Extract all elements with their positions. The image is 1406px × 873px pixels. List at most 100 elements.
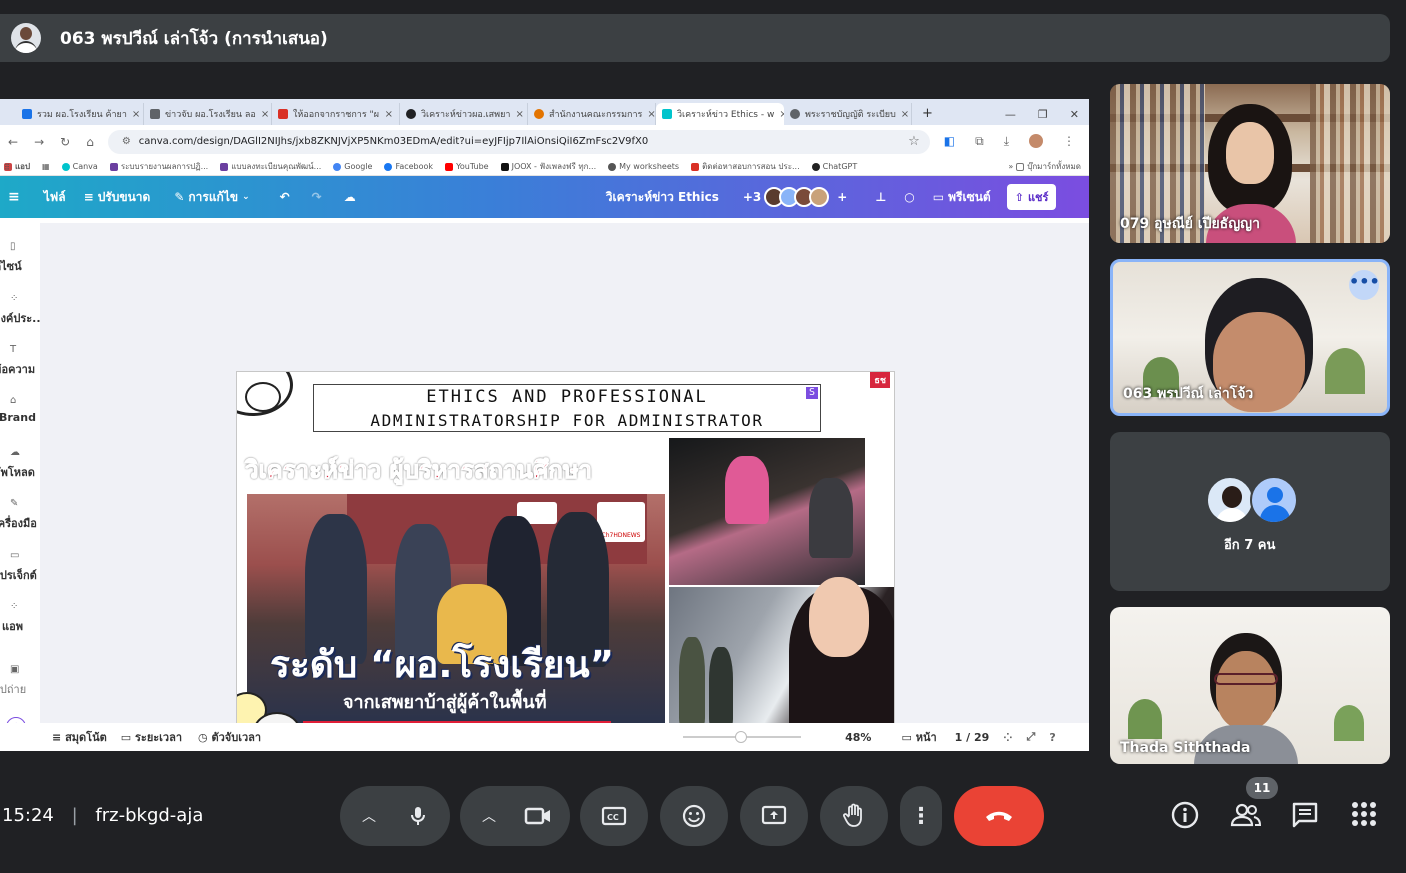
present-screen-button[interactable] [740,786,808,846]
bookmark-star-icon[interactable]: ☆ [908,134,920,149]
nav-text[interactable]: Tข้อความ [0,344,40,378]
bookmark-item[interactable]: ติดต่อหาสอบการสอน ประ... [691,160,800,173]
nav-apps[interactable]: ⁘ แอพ [0,601,40,635]
zoom-level[interactable]: 48% [845,731,871,744]
close-tab-icon[interactable]: × [901,109,909,120]
bookmark-apps[interactable]: ⠿ แอป [4,160,30,173]
participant-tile[interactable]: Thada Siththada [1110,607,1390,764]
raise-hand-button[interactable] [820,786,888,846]
bookmark-grid-icon[interactable]: ▦ [42,162,50,171]
captions-button[interactable]: CC [580,786,648,846]
bookmark-google[interactable]: Google [333,162,372,171]
bookmark-worksheets[interactable]: My worksheets [608,162,679,171]
nav-photos[interactable]: ▣รูปถ่าย [0,664,40,698]
grid-view-icon[interactable]: ⁘ [1003,731,1012,744]
close-tab-icon[interactable]: × [647,109,655,120]
share-button[interactable]: ⇧ แชร์ [1006,184,1057,210]
redo-icon[interactable]: ↷ [312,190,322,204]
reload-icon[interactable]: ↻ [60,135,70,149]
close-tab-icon[interactable]: × [515,109,523,120]
bookmark-item[interactable]: ระบบรายงานผลการปฏิ... [109,160,208,173]
present-button[interactable]: ▭ พรีเซนต์ [933,188,991,207]
extensions-icon[interactable]: ⧉ [975,134,984,149]
browser-tab[interactable]: ข่าวจับ ผอ.โรงเรียน ลอ × [144,103,272,125]
insights-icon[interactable]: ⊥ [875,190,886,204]
pencil-icon: ✎ [174,190,185,204]
timer-button[interactable]: ◷ ตัวจับเวลา [198,728,261,746]
notes-button[interactable]: ≡ สมุดโน้ต [52,728,107,746]
nav-brand[interactable]: ⌂ Brand [0,395,40,424]
activities-button[interactable] [1350,800,1382,832]
nav-uploads[interactable]: ☁อัพโหลด [0,447,40,481]
bookmark-youtube[interactable]: YouTube [445,162,489,171]
document-title[interactable]: วิเคราะห์ข่าว Ethics [606,188,719,207]
nav-projects[interactable]: ▭โปรเจ็กต์ [0,550,40,584]
undo-icon[interactable]: ↶ [280,190,290,204]
cloud-sync-icon[interactable]: ☁ [344,190,356,204]
menu-file[interactable]: ไฟล์ [44,188,66,207]
nav-design[interactable]: ▯ดีไซน์ [0,241,40,275]
reactions-button[interactable] [660,786,728,846]
bookmark-facebook[interactable]: Facebook [384,162,433,171]
more-options-button[interactable]: ⋮ [900,786,942,846]
page-indicator[interactable]: 1 / 29 [955,731,990,744]
bookmark-item[interactable]: แบบลงทะเบียนคุณพัฒน์... [220,160,321,173]
home-icon[interactable]: ⌂ [86,135,94,149]
more-options-icon[interactable]: ••• [1349,270,1380,300]
new-tab-button[interactable]: + [912,106,933,125]
fullscreen-icon[interactable]: ⤢ [1027,730,1036,744]
profile-avatar-icon[interactable] [1029,134,1043,148]
browser-tab[interactable]: ให้ออกจากราชการ "ผ × [272,103,400,125]
site-info-icon[interactable]: ⚙ [122,136,131,147]
collaborator-avatars[interactable] [764,187,830,207]
browser-menu-icon[interactable]: ⋮ [1063,134,1075,149]
collaborator-count[interactable]: +3 [743,190,761,204]
pages-button[interactable]: ▭ หน้า [901,728,936,746]
download-icon[interactable]: ⤓ [1004,134,1009,149]
forward-icon[interactable]: → [34,135,44,149]
all-bookmarks[interactable]: » บุ๊กมาร์กทั้งหมด [1008,160,1089,173]
avatar[interactable] [809,187,830,207]
menu-resize[interactable]: ≡ ปรับขนาด [84,188,151,207]
browser-tab[interactable]: สำนักงานคณะกรรมการ × [528,103,656,125]
slide-title-line1: ETHICS AND PROFESSIONAL [426,387,708,407]
nav-elements[interactable]: ⁘องค์ประ... [0,293,40,327]
browser-tab[interactable]: พระราชบัญญัติ ระเบียบ × [784,103,912,125]
nav-tools[interactable]: ✎เครื่องมือ [0,498,40,532]
browser-tab[interactable]: รวม ผอ.โรงเรียน ค้ายา × [16,103,144,125]
camera-button[interactable] [510,788,566,844]
more-participants-tile[interactable]: อีก 7 คน [1110,432,1390,591]
url-field[interactable]: ⚙ canva.com/design/DAGlI2NIJhs/jxb8ZKNJV… [107,129,930,154]
audio-options-chevron-icon[interactable]: ︿ [362,806,376,826]
timeline-button[interactable]: ▭ ระยะเวลา [121,728,182,746]
close-tab-icon[interactable]: × [385,109,393,120]
video-options-chevron-icon[interactable]: ︿ [482,806,496,826]
bookmark-chatgpt[interactable]: ChatGPT [811,162,857,171]
zoom-slider-handle[interactable] [735,731,748,743]
maximize-icon[interactable]: ❐ [1038,108,1048,121]
close-window-icon[interactable]: ✕ [1070,108,1079,121]
help-icon[interactable]: ? [1049,731,1055,744]
bookmark-canva[interactable]: Canva [61,162,98,171]
slide-canvas[interactable]: ธช ETHICS AND PROFESSIONAL ADMINISTRATOR… [236,371,895,741]
browser-tab-active[interactable]: วิเคราะห์ข่าว Ethics - w × [656,103,784,125]
participant-tile-active-speaker[interactable]: ••• 063 พรปวีณ์ เล่าโจ้ว [1110,259,1390,416]
back-icon[interactable]: ← [8,135,18,149]
people-button[interactable] [1230,800,1262,832]
close-tab-icon[interactable]: × [132,109,140,120]
zoom-slider[interactable] [683,731,802,743]
hamburger-icon[interactable]: ≡ [8,189,20,205]
translate-icon[interactable]: ◧ [944,134,955,149]
chat-button[interactable] [1290,800,1322,832]
menu-edit[interactable]: ✎ การแก้ไข ⌄ [174,188,249,207]
meeting-details-button[interactable] [1170,800,1202,832]
close-tab-icon[interactable]: × [261,109,269,120]
minimize-icon[interactable]: — [1005,108,1016,121]
leave-call-button[interactable] [954,786,1044,846]
comment-icon[interactable]: ○ [904,190,914,204]
bookmark-joox[interactable]: JOOX - ฟังเพลงฟรี ทุก... [500,160,596,173]
participant-tile[interactable]: 079 อุษณีย์ เปียธัญญา [1110,84,1390,243]
microphone-button[interactable] [390,788,446,844]
browser-tab[interactable]: วิเคราะห์ข่าวผอ.เสพยา × [400,103,528,125]
add-collaborator-icon[interactable]: + [837,190,847,204]
